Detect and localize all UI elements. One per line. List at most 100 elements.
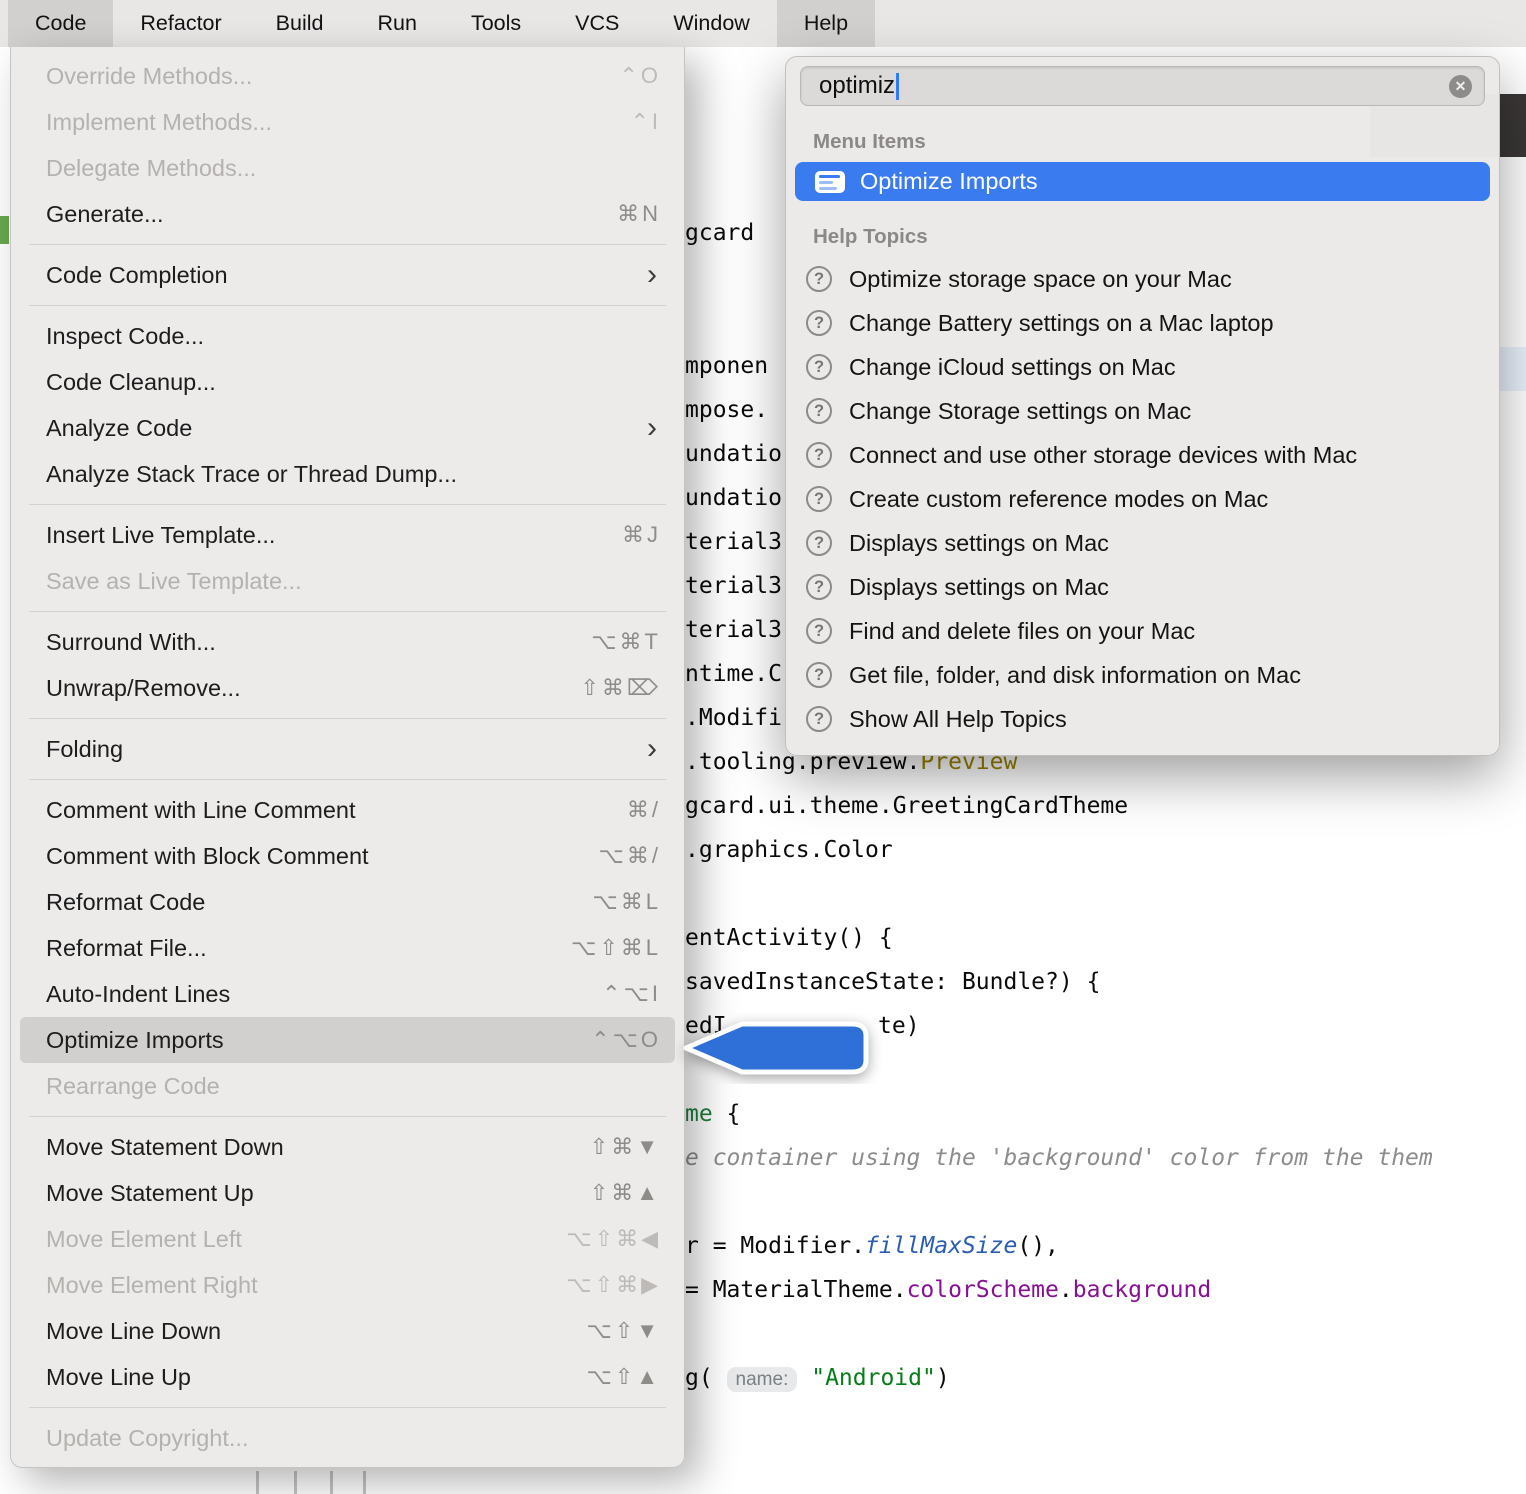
help-search-field[interactable]: optimiz ✕ bbox=[800, 66, 1485, 106]
code-line: terial3 bbox=[685, 520, 782, 564]
menu-item-shortcut: ⌥⌘T bbox=[591, 629, 661, 655]
code-menu-item-move-statement-up[interactable]: Move Statement Up⇧⌘▲ bbox=[20, 1170, 675, 1216]
help-topic-row[interactable]: ?Change iCloud settings on Mac bbox=[786, 345, 1499, 389]
help-topic-row[interactable]: ? Get file, folder, and disk information … bbox=[786, 653, 1499, 697]
code-menu-item-delegate-methods: Delegate Methods... bbox=[20, 145, 675, 191]
code-menu-item-generate[interactable]: Generate...⌘N bbox=[20, 191, 675, 237]
menu-item-label: Auto-Indent Lines bbox=[46, 981, 602, 1008]
menubar-item-vcs[interactable]: VCS bbox=[548, 0, 646, 47]
menu-item-shortcut: ⌥⌘/ bbox=[599, 843, 661, 869]
menubar-item-run[interactable]: Run bbox=[350, 0, 443, 47]
code-line: = MaterialTheme.colorScheme.background bbox=[685, 1268, 1211, 1312]
menu-item-label: Move Line Down bbox=[46, 1318, 586, 1345]
menu-item-label: Surround With... bbox=[46, 629, 591, 656]
menu-item-shortcut: ⌃O bbox=[619, 63, 661, 89]
search-result-optimize-imports[interactable]: Optimize Imports bbox=[795, 162, 1490, 201]
menu-item-shortcut: ⌥⌘L bbox=[592, 889, 661, 915]
code-segment: e container using the 'background' color… bbox=[685, 1145, 1433, 1171]
menubar-item-code[interactable]: Code bbox=[8, 0, 113, 47]
menubar-item-help[interactable]: Help bbox=[777, 0, 875, 47]
code-menu-item-insert-live-template[interactable]: Insert Live Template...⌘J bbox=[20, 512, 675, 558]
menu-item-label: Folding bbox=[46, 736, 647, 763]
menu-item-shortcut: ⌥⇧⌘▶ bbox=[566, 1272, 661, 1298]
menubar-item-refactor[interactable]: Refactor bbox=[113, 0, 248, 47]
menubar-item-tools[interactable]: Tools bbox=[444, 0, 548, 47]
code-menu-item-code-cleanup[interactable]: Code Cleanup... bbox=[20, 359, 675, 405]
text-caret bbox=[896, 73, 899, 100]
code-menu-item-move-line-down[interactable]: Move Line Down⌥⇧▼ bbox=[20, 1308, 675, 1354]
help-topic-row[interactable]: ?Connect and use other storage devices w… bbox=[786, 433, 1499, 477]
code-line: terial3 bbox=[685, 608, 782, 652]
code-menu-item-reformat-code[interactable]: Reformat Code⌥⌘L bbox=[20, 879, 675, 925]
code-menu-item-inspect-code[interactable]: Inspect Code... bbox=[20, 313, 675, 359]
menu-item-shortcut: ⌃I bbox=[630, 109, 661, 135]
code-menu-item-move-statement-down[interactable]: Move Statement Down⇧⌘▼ bbox=[20, 1124, 675, 1170]
background-remnant bbox=[0, 216, 9, 244]
code-line: gcard.ui.theme.GreetingCardTheme bbox=[685, 784, 1128, 828]
menu-item-label: Move Line Up bbox=[46, 1364, 586, 1391]
help-topic-label: Get file, folder, and disk information o… bbox=[849, 662, 1301, 689]
menu-item-label: Move Statement Up bbox=[46, 1180, 590, 1207]
menu-item-shortcut: ⌥⇧▼ bbox=[586, 1318, 661, 1344]
help-topic-row[interactable]: ?Create custom reference modes on Mac bbox=[786, 477, 1499, 521]
menu-item-shortcut: ⇧⌘▼ bbox=[590, 1134, 661, 1160]
help-topic-row[interactable]: ?Optimize storage space on your Mac bbox=[786, 257, 1499, 301]
submenu-chevron-icon: › bbox=[647, 413, 661, 443]
help-topic-row[interactable]: ?Displays settings on Mac bbox=[786, 565, 1499, 609]
code-menu-item-optimize-imports[interactable]: Optimize Imports⌃⌥O bbox=[20, 1017, 675, 1063]
clear-search-icon[interactable]: ✕ bbox=[1449, 75, 1472, 98]
help-topic-row[interactable]: ?Show All Help Topics bbox=[786, 697, 1499, 741]
code-line: r = Modifier.fillMaxSize(), bbox=[685, 1224, 1059, 1268]
search-result-label: Optimize Imports bbox=[860, 168, 1038, 195]
code-menu-item-folding[interactable]: Folding› bbox=[20, 726, 675, 772]
menu-item-label: Code Cleanup... bbox=[46, 369, 661, 396]
screen: gcardmponenmpose.undatioundatioterial3te… bbox=[0, 0, 1526, 1494]
menu-item-label: Implement Methods... bbox=[46, 109, 630, 136]
code-menu-item-analyze-code[interactable]: Analyze Code› bbox=[20, 405, 675, 451]
menu-item-shortcut: ⌘J bbox=[622, 522, 661, 548]
code-segment: "Android" bbox=[811, 1365, 936, 1391]
code-menu-item-analyze-stack-trace-or-thread-dump[interactable]: Analyze Stack Trace or Thread Dump... bbox=[20, 451, 675, 497]
menu-item-shortcut: ⌘/ bbox=[627, 797, 661, 823]
code-menu-item-auto-indent-lines[interactable]: Auto-Indent Lines⌃⌥I bbox=[20, 971, 675, 1017]
optimize-imports-callout-arrow bbox=[676, 1012, 882, 1084]
code-segment: me bbox=[685, 1101, 727, 1127]
help-topic-row[interactable]: ?Displays settings on Mac bbox=[786, 521, 1499, 565]
code-menu-item-reformat-file[interactable]: Reformat File...⌥⇧⌘L bbox=[20, 925, 675, 971]
help-topic-row[interactable]: ?Change Storage settings on Mac bbox=[786, 389, 1499, 433]
code-menu-item-move-line-up[interactable]: Move Line Up⌥⇧▲ bbox=[20, 1354, 675, 1400]
menu-item-label: Move Element Right bbox=[46, 1272, 566, 1299]
code-segment: = MaterialTheme. bbox=[685, 1277, 907, 1303]
menu-item-label: Rearrange Code bbox=[46, 1073, 661, 1100]
help-topic-row[interactable]: ?Find and delete files on your Mac bbox=[786, 609, 1499, 653]
code-menu-item-unwrap-remove[interactable]: Unwrap/Remove...⇧⌘⌦ bbox=[20, 665, 675, 711]
code-segment: terial3 bbox=[685, 529, 782, 555]
help-circle-icon: ? bbox=[806, 486, 832, 512]
help-search-popover: optimiz ✕ Menu Items Optimize Imports He… bbox=[785, 56, 1500, 756]
code-segment: (), bbox=[1017, 1233, 1059, 1259]
menu-separator bbox=[29, 779, 666, 780]
code-menu-item-comment-with-block-comment[interactable]: Comment with Block Comment⌥⌘/ bbox=[20, 833, 675, 879]
code-line: entActivity() { bbox=[685, 916, 893, 960]
help-topic-label: Change Storage settings on Mac bbox=[849, 398, 1191, 425]
code-menu-item-rearrange-code: Rearrange Code bbox=[20, 1063, 675, 1109]
menubar-item-build[interactable]: Build bbox=[249, 0, 351, 47]
help-circle-icon: ? bbox=[806, 662, 832, 688]
code-segment: savedInstanceState: Bundle?) { bbox=[685, 969, 1100, 995]
code-menu-item-comment-with-line-comment[interactable]: Comment with Line Comment⌘/ bbox=[20, 787, 675, 833]
menubar-item-window[interactable]: Window bbox=[646, 0, 776, 47]
code-segment: terial3 bbox=[685, 573, 782, 599]
code-menu-item-update-copyright: Update Copyright... bbox=[20, 1415, 675, 1461]
code-line: savedInstanceState: Bundle?) { bbox=[685, 960, 1100, 1004]
help-topic-label: Optimize storage space on your Mac bbox=[849, 266, 1232, 293]
help-topic-row[interactable]: ?Change Battery settings on a Mac laptop bbox=[786, 301, 1499, 345]
help-topics-section-header: Help Topics bbox=[813, 225, 1499, 249]
menu-separator bbox=[29, 244, 666, 245]
menu-separator bbox=[29, 1116, 666, 1117]
help-circle-icon: ? bbox=[806, 310, 832, 336]
code-menu-item-code-completion[interactable]: Code Completion› bbox=[20, 252, 675, 298]
code-menu-item-surround-with[interactable]: Surround With...⌥⌘T bbox=[20, 619, 675, 665]
menu-items-section-header: Menu Items bbox=[813, 130, 1499, 154]
menu-item-label: Unwrap/Remove... bbox=[46, 675, 580, 702]
code-menu-item-save-as-live-template: Save as Live Template... bbox=[20, 558, 675, 604]
